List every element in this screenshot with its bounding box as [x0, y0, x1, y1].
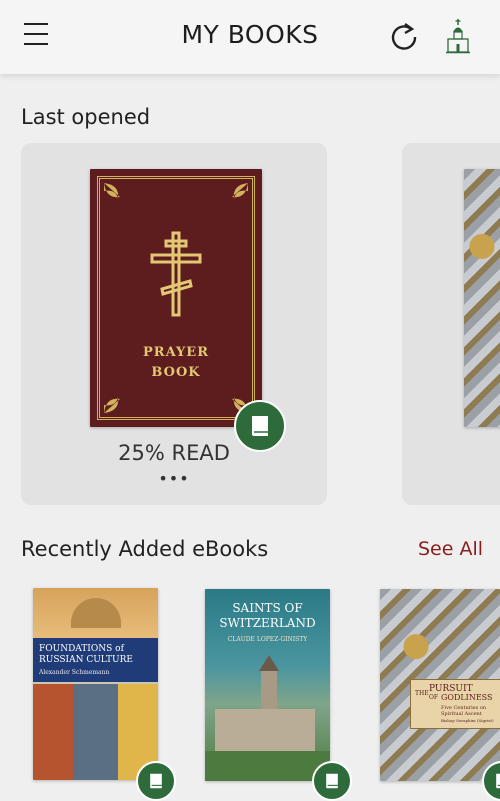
book-cover-pursuit[interactable]: THE PURSUIT OF GODLINESS Five Centuries …: [380, 589, 500, 781]
cover-illustration: [71, 598, 121, 628]
cover-illustration: [33, 684, 73, 780]
cover-author: CLAUDE LOPEZ-GINISTY: [227, 636, 308, 643]
corner-ornament-icon: [104, 397, 120, 413]
corner-ornament-icon: [104, 183, 120, 199]
cover-title-line1: PRAYER: [142, 345, 209, 360]
ebook-badge: [136, 761, 176, 801]
cover-title-band: FOUNDATIONS of RUSSIAN CULTURE Alexander…: [33, 638, 158, 682]
page-title: MY BOOKS: [181, 20, 319, 49]
cover-author: Bishop Seraphim (Sigrist): [441, 718, 494, 723]
cover-illustration: [259, 655, 279, 671]
prayer-book-cover[interactable]: PRAYER BOOK: [90, 169, 262, 427]
cover-title-line2: GODLINESS: [441, 693, 493, 702]
book-cover-pursuit[interactable]: [464, 169, 500, 427]
book-cover-saints[interactable]: SAINTS OF SWITZERLAND CLAUDE LOPEZ-GINIS…: [205, 589, 330, 781]
book-icon: [252, 416, 268, 436]
cover-title-the: THE: [415, 690, 429, 697]
see-all-link[interactable]: See All: [418, 538, 483, 560]
corner-ornament-icon: [232, 183, 248, 199]
last-opened-card[interactable]: [402, 143, 500, 505]
cover-title-line2: SWITZERLAND: [219, 616, 316, 630]
cover-illustration: [73, 684, 118, 780]
cover-title-line1: SAINTS OF: [232, 601, 303, 615]
cover-author: Alexander Schmemann: [39, 669, 110, 676]
church-logo-icon[interactable]: [445, 18, 471, 54]
reading-progress: 25% READ: [118, 441, 230, 465]
book-icon: [150, 773, 162, 789]
sync-icon[interactable]: [389, 21, 419, 51]
cover-title-plate: THE PURSUIT OF GODLINESS Five Centuries …: [410, 679, 500, 729]
cover-subtitle: Five Centuries on Spiritual Ascent: [441, 705, 487, 717]
orthodox-cross-icon: [150, 231, 202, 317]
recently-added-heading: Recently Added eBooks: [21, 537, 269, 561]
last-opened-heading: Last opened: [21, 105, 151, 129]
ebook-badge: [312, 761, 352, 801]
top-app-bar: MY BOOKS: [0, 0, 500, 74]
cover-title-of: OF: [429, 694, 439, 701]
last-opened-card[interactable]: PRAYER BOOK 25% READ •••: [21, 143, 327, 505]
book-icon: [496, 773, 500, 789]
cover-title-line2: RUSSIAN CULTURE: [39, 655, 133, 665]
book-cover-foundations[interactable]: FOUNDATIONS of RUSSIAN CULTURE Alexander…: [33, 588, 158, 780]
cover-title-line2: BOOK: [151, 365, 201, 380]
cover-illustration: [205, 751, 330, 781]
book-icon: [326, 773, 338, 789]
cover-illustration: [215, 709, 315, 751]
more-options-button[interactable]: •••: [21, 469, 327, 488]
cover-title-line1: FOUNDATIONS of: [39, 644, 124, 654]
